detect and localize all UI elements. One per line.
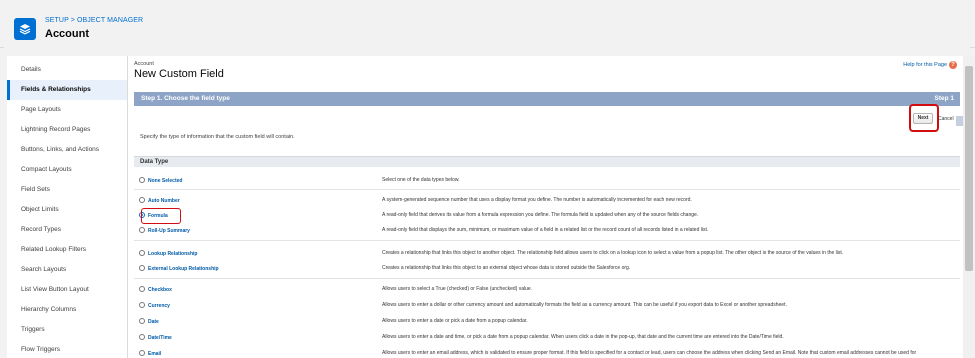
breadcrumb[interactable]: SETUP > OBJECT MANAGER xyxy=(45,17,143,24)
sidebar-item-flow-triggers[interactable]: Flow Triggers xyxy=(7,340,127,358)
page-title: New Custom Field xyxy=(134,68,224,80)
panel-tab[interactable] xyxy=(956,116,963,126)
option-row: None Selected Select one of the data typ… xyxy=(134,176,960,186)
option-row: Roll-Up Summary A read-only field that d… xyxy=(134,226,960,236)
option-label[interactable]: Auto Number xyxy=(148,198,180,204)
sidebar-item-field-sets[interactable]: Field Sets xyxy=(7,180,127,200)
radio-date[interactable] xyxy=(139,318,145,324)
sidebar: Details Fields & Relationships Page Layo… xyxy=(7,56,128,358)
option-label[interactable]: Currency xyxy=(148,303,170,309)
object-title: Account xyxy=(45,28,89,40)
radio-roll-up-summary[interactable] xyxy=(139,227,145,233)
highlight-box-formula xyxy=(141,208,181,224)
option-label[interactable]: Date xyxy=(148,319,159,325)
option-description: Creates a relationship that links this o… xyxy=(382,265,631,271)
option-row: Lookup Relationship Creates a relationsh… xyxy=(134,249,960,259)
option-label[interactable]: Checkbox xyxy=(148,287,172,293)
option-description: A read-only field that displays the sum,… xyxy=(382,227,709,233)
cancel-button[interactable]: Cancel xyxy=(938,116,954,122)
radio-email[interactable] xyxy=(139,350,145,356)
page-header: SETUP > OBJECT MANAGER Account xyxy=(0,0,975,48)
sidebar-item-lightning-record-pages[interactable]: Lightning Record Pages xyxy=(7,120,127,140)
header-card: SETUP > OBJECT MANAGER Account xyxy=(4,4,970,48)
sidebar-item-related-lookup-filters[interactable]: Related Lookup Filters xyxy=(7,240,127,260)
step-header: Step 1. Choose the field type Step 1 xyxy=(134,92,960,106)
next-button[interactable]: Next xyxy=(913,113,933,124)
radio-auto-number[interactable] xyxy=(139,197,145,203)
layers-icon xyxy=(14,18,36,40)
option-label[interactable]: External Lookup Relationship xyxy=(148,266,219,272)
main-content: Account New Custom Field Help for this P… xyxy=(128,56,963,358)
radio-lookup-relationship[interactable] xyxy=(139,250,145,256)
option-row: Date/Time Allows users to enter a date a… xyxy=(134,333,960,343)
option-label[interactable]: Email xyxy=(148,351,161,357)
intro-text: Specify the type of information that the… xyxy=(140,134,295,140)
option-description: Allows users to enter a date or pick a d… xyxy=(382,318,528,324)
option-label[interactable]: Date/Time xyxy=(148,335,172,341)
option-description: Allows users to enter an email address, … xyxy=(382,350,917,356)
option-row: Auto Number A system-generated sequence … xyxy=(134,196,960,206)
data-type-header: Data Type xyxy=(134,156,960,167)
divider xyxy=(134,278,960,279)
option-description: Creates a relationship that links this o… xyxy=(382,250,844,256)
option-description: Allows users to enter a date and time, o… xyxy=(382,334,784,340)
option-description: Select one of the data types below. xyxy=(382,177,460,183)
radio-date-time[interactable] xyxy=(139,334,145,340)
option-row: Formula A read-only field that derives i… xyxy=(134,211,960,221)
scrollbar[interactable] xyxy=(963,56,975,358)
option-label[interactable]: None Selected xyxy=(148,178,182,184)
sidebar-item-triggers[interactable]: Triggers xyxy=(7,320,127,340)
page-pretitle: Account xyxy=(134,61,154,67)
radio-checkbox[interactable] xyxy=(139,286,145,292)
sidebar-item-buttons-links-actions[interactable]: Buttons, Links, and Actions xyxy=(7,140,127,160)
option-row: Checkbox Allows users to select a True (… xyxy=(134,285,960,295)
option-description: A system-generated sequence number that … xyxy=(382,197,692,203)
radio-external-lookup-relationship[interactable] xyxy=(139,265,145,271)
option-row: Currency Allows users to enter a dollar … xyxy=(134,301,960,311)
divider xyxy=(134,240,960,241)
divider xyxy=(134,189,960,190)
help-link[interactable]: Help for this Page xyxy=(903,62,947,68)
option-row: Date Allows users to enter a date or pic… xyxy=(134,317,960,327)
option-label[interactable]: Roll-Up Summary xyxy=(148,228,190,234)
option-row: Email Allows users to enter an email add… xyxy=(134,349,960,358)
sidebar-item-page-layouts[interactable]: Page Layouts xyxy=(7,100,127,120)
radio-none-selected[interactable] xyxy=(139,177,145,183)
sidebar-item-list-view-button-layout[interactable]: List View Button Layout xyxy=(7,280,127,300)
option-description: A read-only field that derives its value… xyxy=(382,212,699,218)
sidebar-item-hierarchy-columns[interactable]: Hierarchy Columns xyxy=(7,300,127,320)
option-row: External Lookup Relationship Creates a r… xyxy=(134,264,960,274)
sidebar-item-details[interactable]: Details xyxy=(7,60,127,80)
option-label[interactable]: Lookup Relationship xyxy=(148,251,197,257)
sidebar-item-object-limits[interactable]: Object Limits xyxy=(7,200,127,220)
sidebar-item-fields-relationships[interactable]: Fields & Relationships xyxy=(7,80,127,100)
option-description: Allows users to select a True (checked) … xyxy=(382,286,533,292)
option-description: Allows users to enter a dollar or other … xyxy=(382,302,787,308)
scrollbar-thumb[interactable] xyxy=(965,66,973,271)
step-title: Step 1. Choose the field type xyxy=(141,95,230,102)
help-icon[interactable]: ? xyxy=(949,61,957,69)
sidebar-item-compact-layouts[interactable]: Compact Layouts xyxy=(7,160,127,180)
sidebar-item-search-layouts[interactable]: Search Layouts xyxy=(7,260,127,280)
sidebar-item-record-types[interactable]: Record Types xyxy=(7,220,127,240)
radio-currency[interactable] xyxy=(139,302,145,308)
